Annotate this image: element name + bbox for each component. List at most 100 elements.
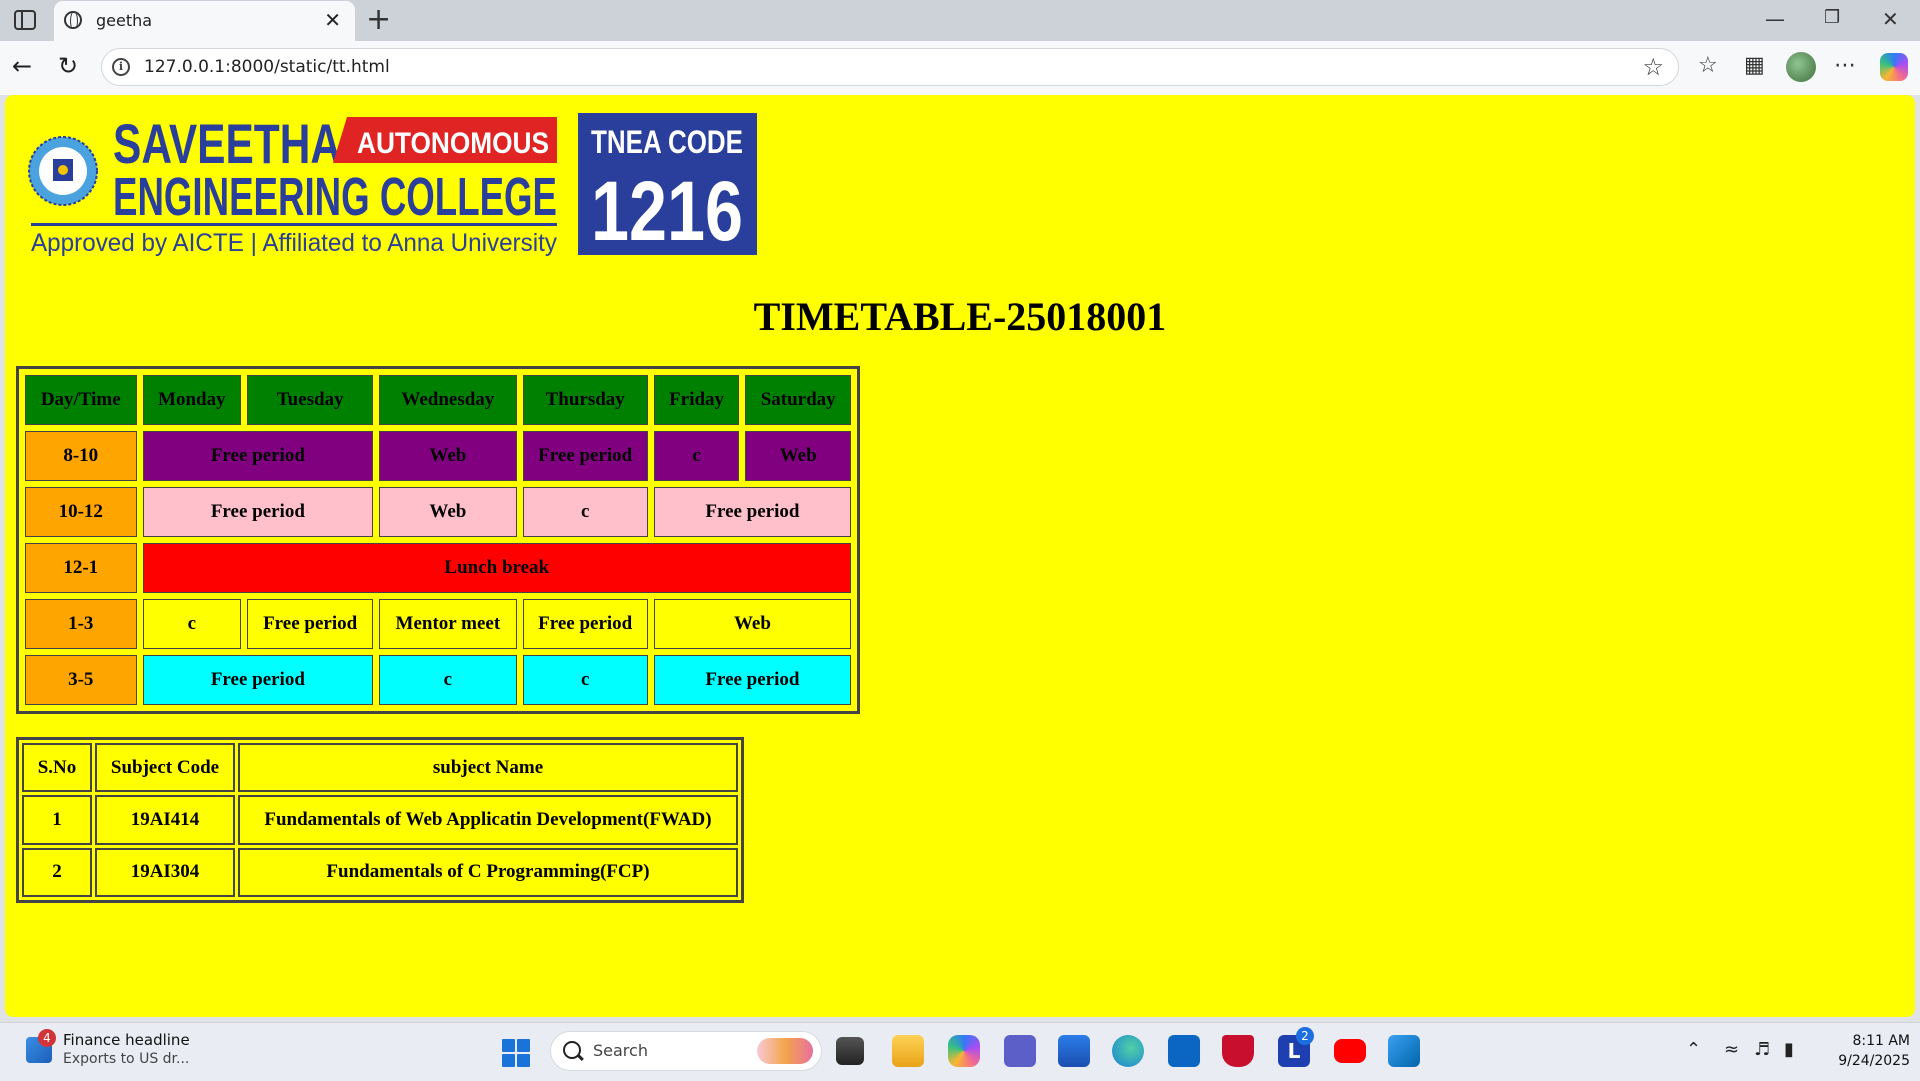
- volume-icon[interactable]: ♬: [1754, 1039, 1770, 1060]
- timetable-row: 1-3 c Free period Mentor meet Free perio…: [25, 599, 851, 649]
- header-tuesday: Tuesday: [247, 375, 374, 425]
- college-emblem-icon: [28, 136, 98, 206]
- timetable-cell: Free period: [522, 431, 648, 481]
- more-menu-icon[interactable]: ⋯: [1834, 53, 1856, 79]
- profile-avatar[interactable]: [1786, 52, 1816, 82]
- file-explorer-icon[interactable]: [892, 1035, 924, 1067]
- logo-tnea-code: 1216: [591, 164, 743, 257]
- timetable-cell: Web: [745, 431, 851, 481]
- logo-college-line1: SAVEETHA: [113, 113, 341, 175]
- timetable-header-row: Day/Time Monday Tuesday Wednesday Thursd…: [25, 375, 851, 425]
- edge-icon[interactable]: [1112, 1035, 1144, 1067]
- timetable-cell: c: [522, 487, 648, 537]
- timetable-cell: Web: [379, 431, 517, 481]
- timetable-cell: Free period: [142, 431, 374, 481]
- mcafee-icon[interactable]: [1222, 1035, 1254, 1067]
- minimize-icon[interactable]: —: [1765, 7, 1785, 31]
- timetable-cell: c: [142, 599, 242, 649]
- subjects-header-row: S.No Subject Code subject Name: [22, 743, 738, 793]
- header-thursday: Thursday: [522, 375, 648, 425]
- table-row: 1 19AI414 Fundamentals of Web Applicatin…: [22, 795, 738, 845]
- timetable-cell: c: [653, 431, 740, 481]
- taskbar-search[interactable]: Search: [550, 1031, 822, 1071]
- header-sno: S.No: [22, 743, 92, 793]
- subject-code: 19AI304: [95, 847, 235, 897]
- news-badge: 4: [38, 1029, 56, 1047]
- page-title: TIMETABLE-25018001: [753, 294, 1167, 339]
- app-icon-blue[interactable]: [1168, 1035, 1200, 1067]
- timetable-cell: Mentor meet: [379, 599, 517, 649]
- windows-start-icon[interactable]: [502, 1039, 530, 1067]
- reload-icon[interactable]: ↻: [58, 51, 78, 81]
- task-view-icon[interactable]: [836, 1037, 864, 1065]
- search-icon: [563, 1041, 581, 1059]
- teams-icon[interactable]: [1004, 1035, 1036, 1067]
- logo-tagline: Approved by AICTE | Affiliated to Anna U…: [31, 229, 557, 257]
- globe-icon: [64, 11, 82, 29]
- logo-college-line2: ENGINEERING COLLEGE: [113, 167, 557, 227]
- timetable-cell: Free period: [247, 599, 374, 649]
- timetable-cell: Free period: [653, 655, 851, 705]
- address-bar[interactable]: i 127.0.0.1:8000/static/tt.html ☆: [101, 48, 1679, 86]
- college-logo: SAVEETHA AUTONOMOUS ENGINEERING COLLEGE …: [28, 113, 757, 257]
- timetable-cell: Free period: [653, 487, 851, 537]
- youtube-icon[interactable]: [1334, 1039, 1366, 1063]
- time-slot: 12-1: [25, 543, 137, 593]
- site-info-icon[interactable]: i: [112, 58, 130, 76]
- copilot-icon[interactable]: [1880, 53, 1908, 81]
- new-tab-button[interactable]: +: [366, 4, 391, 36]
- favorites-icon[interactable]: ☆: [1698, 53, 1718, 79]
- wifi-icon[interactable]: ≈: [1724, 1039, 1739, 1060]
- url-text[interactable]: 127.0.0.1:8000/static/tt.html: [144, 57, 390, 77]
- subject-name: Fundamentals of C Programming(FCP): [238, 847, 738, 897]
- subject-name: Fundamentals of Web Applicatin Developme…: [238, 795, 738, 845]
- app-badge: 2: [1296, 1027, 1314, 1045]
- restore-icon[interactable]: ❐: [1824, 7, 1840, 28]
- header-saturday: Saturday: [745, 375, 851, 425]
- search-placeholder: Search: [593, 1041, 648, 1060]
- tab-close-button[interactable]: ✕: [324, 8, 341, 32]
- timetable-row: 10-12 Free period Web c Free period: [25, 487, 851, 537]
- header-subject-code: Subject Code: [95, 743, 235, 793]
- taskbar: 4 Finance headline Exports to US dr... S…: [0, 1022, 1920, 1081]
- tab-strip: geetha ✕ + — ❐ ✕: [0, 0, 1920, 41]
- back-arrow-icon[interactable]: ←: [12, 51, 32, 81]
- timetable-row: 12-1 Lunch break: [25, 543, 851, 593]
- table-row: 2 19AI304 Fundamentals of C Programming(…: [22, 847, 738, 897]
- tray-chevron-up-icon[interactable]: ⌃: [1686, 1039, 1701, 1060]
- store-icon[interactable]: [1058, 1035, 1090, 1067]
- system-clock[interactable]: 8:11 AM 9/24/2025: [1820, 1031, 1910, 1071]
- timetable-row: 8-10 Free period Web Free period c Web: [25, 431, 851, 481]
- subject-sno: 2: [22, 847, 92, 897]
- header-wednesday: Wednesday: [379, 375, 517, 425]
- timetable-cell: Free period: [142, 655, 374, 705]
- address-toolbar: ← ↻ i 127.0.0.1:8000/static/tt.html ☆ ☆ …: [0, 41, 1920, 95]
- timetable-cell: Web: [379, 487, 517, 537]
- copilot-app-icon[interactable]: [948, 1035, 980, 1067]
- time-slot: 8-10: [25, 431, 137, 481]
- window-close-icon[interactable]: ✕: [1882, 7, 1899, 31]
- timetable-cell: Web: [653, 599, 851, 649]
- sidebar-toggle-icon[interactable]: [14, 10, 36, 30]
- time-slot: 10-12: [25, 487, 137, 537]
- subject-sno: 1: [22, 795, 92, 845]
- search-highlight-icon: [757, 1038, 813, 1064]
- favorite-star-icon[interactable]: ☆: [1642, 53, 1664, 81]
- time-slot: 3-5: [25, 655, 137, 705]
- timetable-cell: Free period: [522, 599, 648, 649]
- clock-date: 9/24/2025: [1838, 1053, 1910, 1069]
- browser-tab[interactable]: geetha ✕: [54, 1, 355, 41]
- clock-time: 8:11 AM: [1852, 1033, 1910, 1049]
- lunch-break-cell: Lunch break: [142, 543, 851, 593]
- logo-tnea-label: TNEA CODE: [591, 124, 743, 160]
- news-title: Finance headline: [63, 1031, 190, 1049]
- header-friday: Friday: [653, 375, 740, 425]
- vscode-icon[interactable]: [1388, 1035, 1420, 1067]
- collections-icon[interactable]: ▦: [1744, 53, 1765, 79]
- timetable-row: 3-5 Free period c c Free period: [25, 655, 851, 705]
- news-subtitle: Exports to US dr...: [63, 1051, 190, 1067]
- battery-icon[interactable]: ▮: [1784, 1039, 1794, 1060]
- timetable-cell: Free period: [142, 487, 374, 537]
- tab-title: geetha: [96, 11, 153, 30]
- subject-code: 19AI414: [95, 795, 235, 845]
